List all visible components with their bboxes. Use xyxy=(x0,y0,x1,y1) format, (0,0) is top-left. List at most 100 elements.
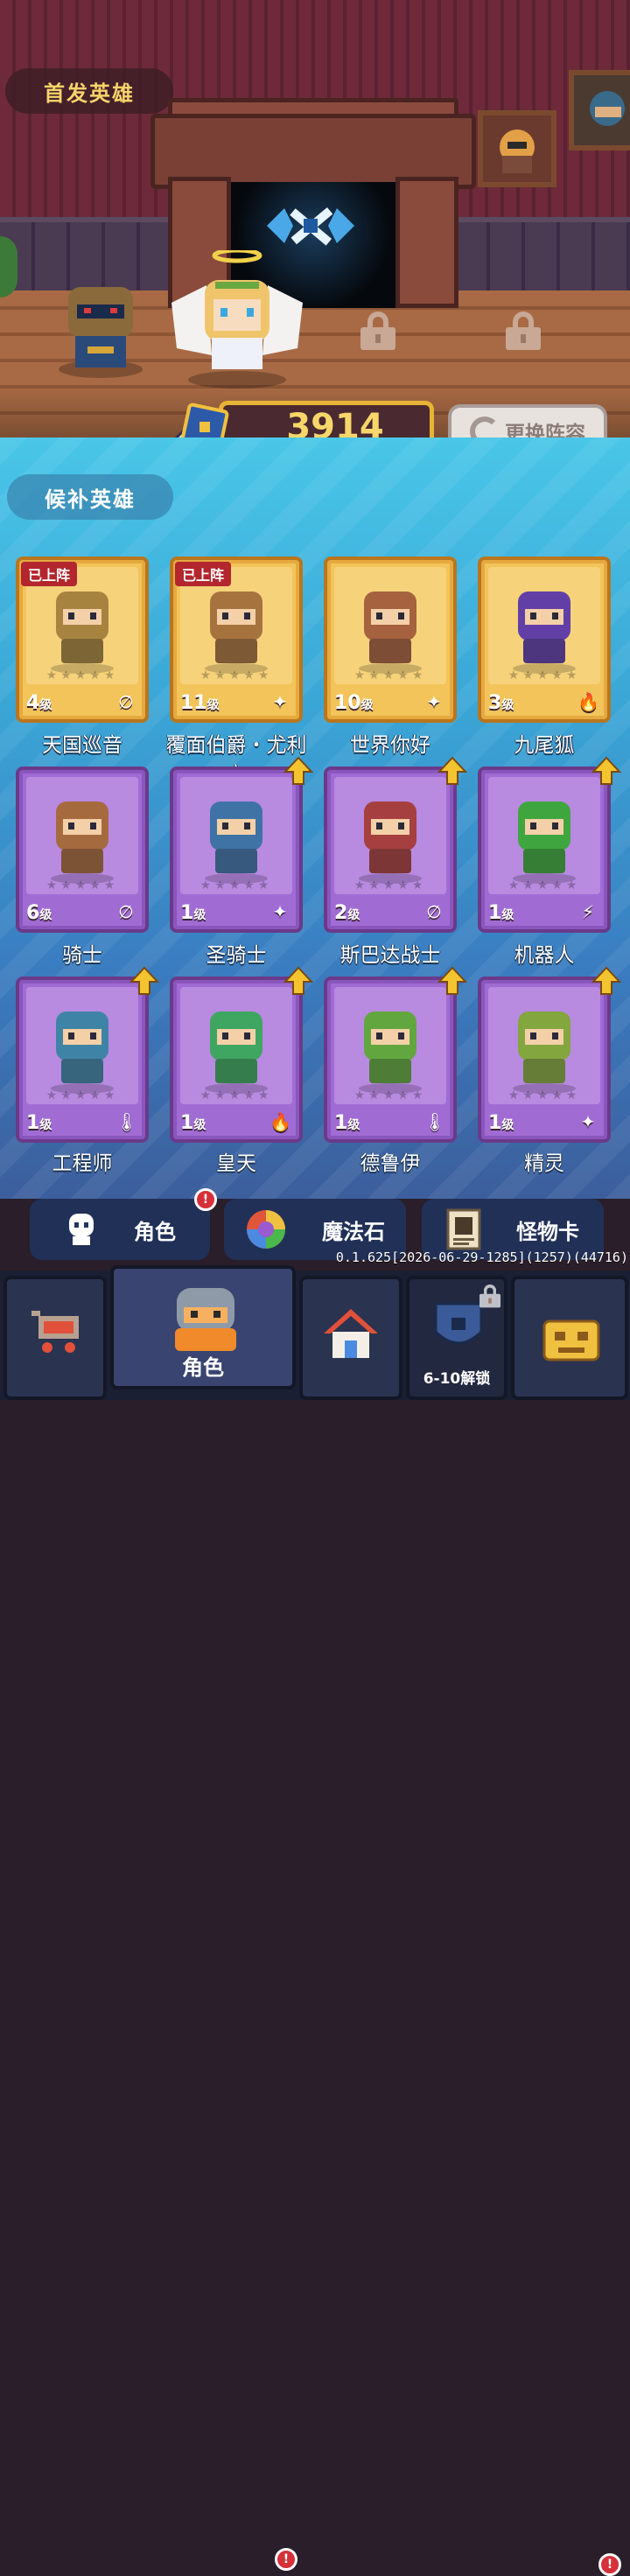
house-icon xyxy=(324,1309,378,1358)
hero-card[interactable]: ★★★★★ 已上阵 4级 ∅ xyxy=(16,556,149,723)
hero-portrait xyxy=(359,592,422,674)
hero-level-unit: 级 xyxy=(501,1118,514,1132)
star-rating: ★★★★★ xyxy=(508,878,581,892)
nav-treasure[interactable] xyxy=(511,1276,628,1400)
upgrade-arrow-icon xyxy=(438,966,467,995)
hero-level-unit: 级 xyxy=(347,908,360,922)
wall-painting xyxy=(569,70,630,150)
hero-portrait xyxy=(513,1012,576,1094)
lock-icon[interactable] xyxy=(360,312,396,350)
hero-name: 斯巴达战士 xyxy=(340,944,441,967)
hero-level: 4级 xyxy=(26,692,52,714)
hero-level-unit: 级 xyxy=(39,698,52,712)
hero-level-unit: 级 xyxy=(360,698,374,712)
upgrade-arrow-icon xyxy=(438,756,467,785)
star-rating: ★★★★★ xyxy=(354,878,427,892)
star-rating: ★★★★★ xyxy=(200,1088,273,1102)
hero-portrait xyxy=(359,802,422,884)
lineup-hero-angel[interactable] xyxy=(163,248,312,390)
hero-level-value: 1 xyxy=(26,1112,40,1134)
reserve-heroes-title: 候补英雄 xyxy=(7,474,173,520)
lineup-scene: 首发英雄 xyxy=(0,0,630,438)
hero-level-value: 2 xyxy=(334,902,348,924)
hero-portrait xyxy=(51,1012,114,1094)
hero-level-unit: 级 xyxy=(501,698,514,712)
lineup-hero-masked-count[interactable] xyxy=(52,259,149,382)
nav-treasure-alert-badge: ! xyxy=(598,2553,621,2576)
hero-level: 2级 xyxy=(334,902,360,924)
hero-level-value: 1 xyxy=(180,1112,194,1134)
hero-portrait xyxy=(51,592,114,674)
void-element-icon: ∅ xyxy=(426,901,442,922)
thermometer-element-icon: 🌡 xyxy=(424,1111,446,1132)
hero-level-value: 10 xyxy=(334,692,361,714)
hero-card[interactable]: ★★★★★ 1级 ⚡ xyxy=(478,756,621,933)
upgrade-arrow-icon xyxy=(284,756,313,785)
subtab-character[interactable]: 角色 xyxy=(30,1199,210,1260)
hero-level: 1级 xyxy=(488,902,514,924)
hero-portrait xyxy=(51,802,114,884)
hero-card[interactable]: ★★★★★ 1级 ✦ xyxy=(170,756,313,933)
hero-level: 1级 xyxy=(180,1112,206,1134)
hero-card[interactable]: ★★★★★ 2级 ∅ xyxy=(324,756,467,933)
knight-helmet-icon xyxy=(175,1288,236,1351)
hero-portrait xyxy=(359,1012,422,1094)
subtab-magic-stone-label: 魔法石 xyxy=(322,1219,385,1244)
hero-portrait xyxy=(205,802,268,884)
upgrade-arrow-icon xyxy=(592,756,621,785)
fire-element-icon: 🔥 xyxy=(270,1111,291,1132)
hero-card[interactable]: ★★★★★ 1级 🌡 xyxy=(16,966,159,1143)
hero-level-unit: 级 xyxy=(193,1118,206,1132)
sparkle-element-icon: ✦ xyxy=(580,1111,596,1132)
nav-guild[interactable]: 6-10解锁 xyxy=(406,1276,508,1400)
sparkle-element-icon: ✦ xyxy=(426,691,442,712)
sparkle-element-icon: ✦ xyxy=(272,691,288,712)
nav-character-alert-badge: ! xyxy=(275,2548,298,2571)
hero-card[interactable]: ★★★★★ 已上阵 11级 ✦ xyxy=(170,556,303,723)
hero-level: 6级 xyxy=(26,902,52,924)
potted-plant xyxy=(0,236,18,298)
hero-level-unit: 级 xyxy=(501,908,514,922)
nav-home[interactable] xyxy=(299,1276,402,1400)
nav-guild-unlock-label: 6-10解锁 xyxy=(423,1370,491,1388)
lock-icon[interactable] xyxy=(506,312,541,350)
hero-level: 1级 xyxy=(26,1112,52,1134)
hero-level: 1级 xyxy=(488,1112,514,1134)
hero-card[interactable]: ★★★★★ 1级 🔥 xyxy=(170,966,313,1143)
hero-portrait xyxy=(205,1012,268,1094)
version-string: 0.1.625[2026-06-29-1285](1257)(44716) xyxy=(335,1250,628,1265)
star-rating: ★★★★★ xyxy=(200,668,273,682)
hero-level: 11级 xyxy=(180,692,220,714)
thermometer-element-icon: 🌡 xyxy=(116,1111,138,1132)
hero-name: 精灵 xyxy=(524,1152,564,1175)
hero-level-value: 3 xyxy=(488,692,502,714)
nav-character[interactable]: 角色 xyxy=(110,1265,296,1390)
hero-card[interactable]: ★★★★★ 3级 🔥 xyxy=(478,556,611,723)
hero-name: 九尾狐 xyxy=(514,734,575,757)
hero-name: 骑士 xyxy=(62,944,102,967)
hero-level-unit: 级 xyxy=(206,698,220,712)
wall-painting xyxy=(478,110,556,187)
hero-level: 3级 xyxy=(488,692,514,714)
hero-card[interactable]: ★★★★★ 1级 ✦ xyxy=(478,966,621,1143)
subtab-monster-card-label: 怪物卡 xyxy=(516,1219,579,1244)
fire-element-icon: 🔥 xyxy=(578,691,599,712)
upgrade-arrow-icon xyxy=(592,966,621,995)
hero-card[interactable]: ★★★★★ 6级 ∅ xyxy=(16,766,149,933)
hero-card[interactable]: ★★★★★ 10级 ✦ xyxy=(324,556,457,723)
hero-name: 皇天 xyxy=(216,1152,256,1175)
hero-card[interactable]: ★★★★★ 1级 🌡 xyxy=(324,966,467,1143)
hero-level-value: 1 xyxy=(488,902,502,924)
character-alert-badge: ! xyxy=(194,1188,217,1211)
cart-icon xyxy=(32,1311,79,1353)
hero-name: 世界你好 xyxy=(350,734,430,757)
upgrade-arrow-icon xyxy=(284,966,313,995)
treasure-icon xyxy=(542,1320,600,1362)
upgrade-arrow-icon xyxy=(130,966,159,995)
star-rating: ★★★★★ xyxy=(354,668,427,682)
nav-shop[interactable] xyxy=(4,1276,107,1400)
void-element-icon: ∅ xyxy=(118,691,134,712)
hero-name: 机器人 xyxy=(514,944,575,967)
sparkle-element-icon: ✦ xyxy=(272,901,288,922)
hero-name: 圣骑士 xyxy=(206,944,267,967)
